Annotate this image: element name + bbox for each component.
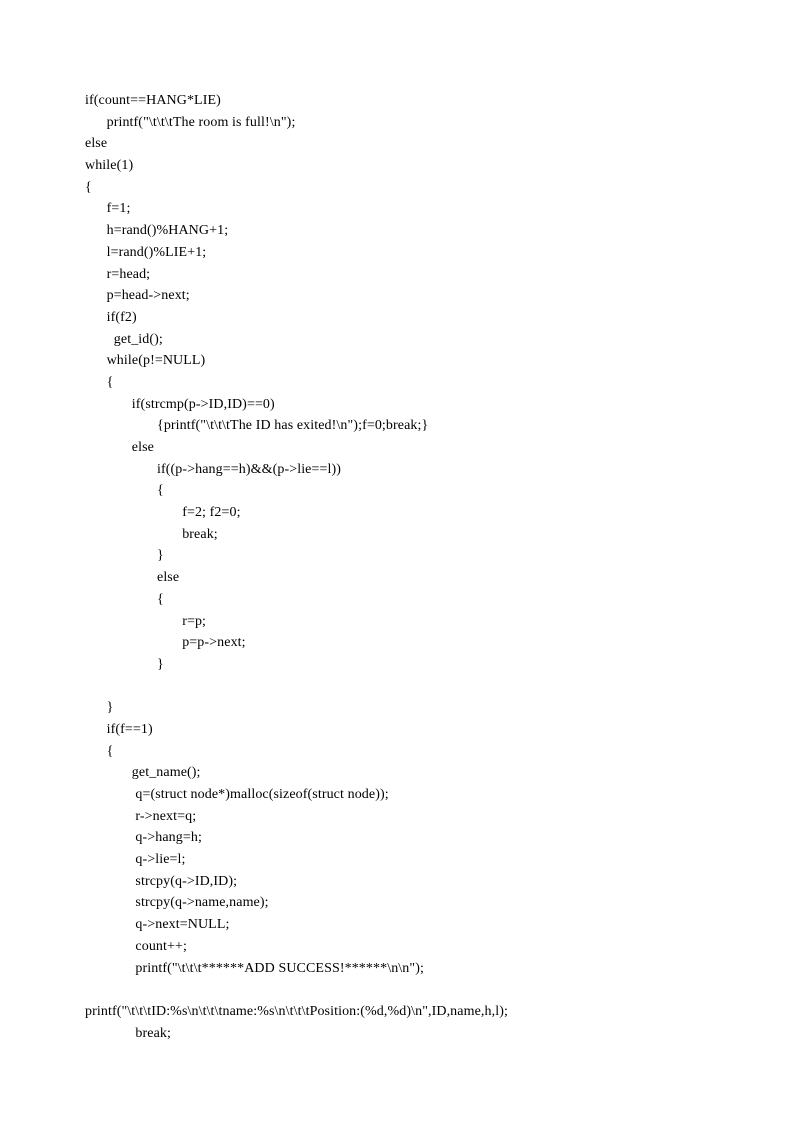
document-page: if(count==HANG*LIE) printf("\t\t\tThe ro… bbox=[0, 0, 794, 1104]
code-block: if(count==HANG*LIE) printf("\t\t\tThe ro… bbox=[85, 90, 709, 1044]
